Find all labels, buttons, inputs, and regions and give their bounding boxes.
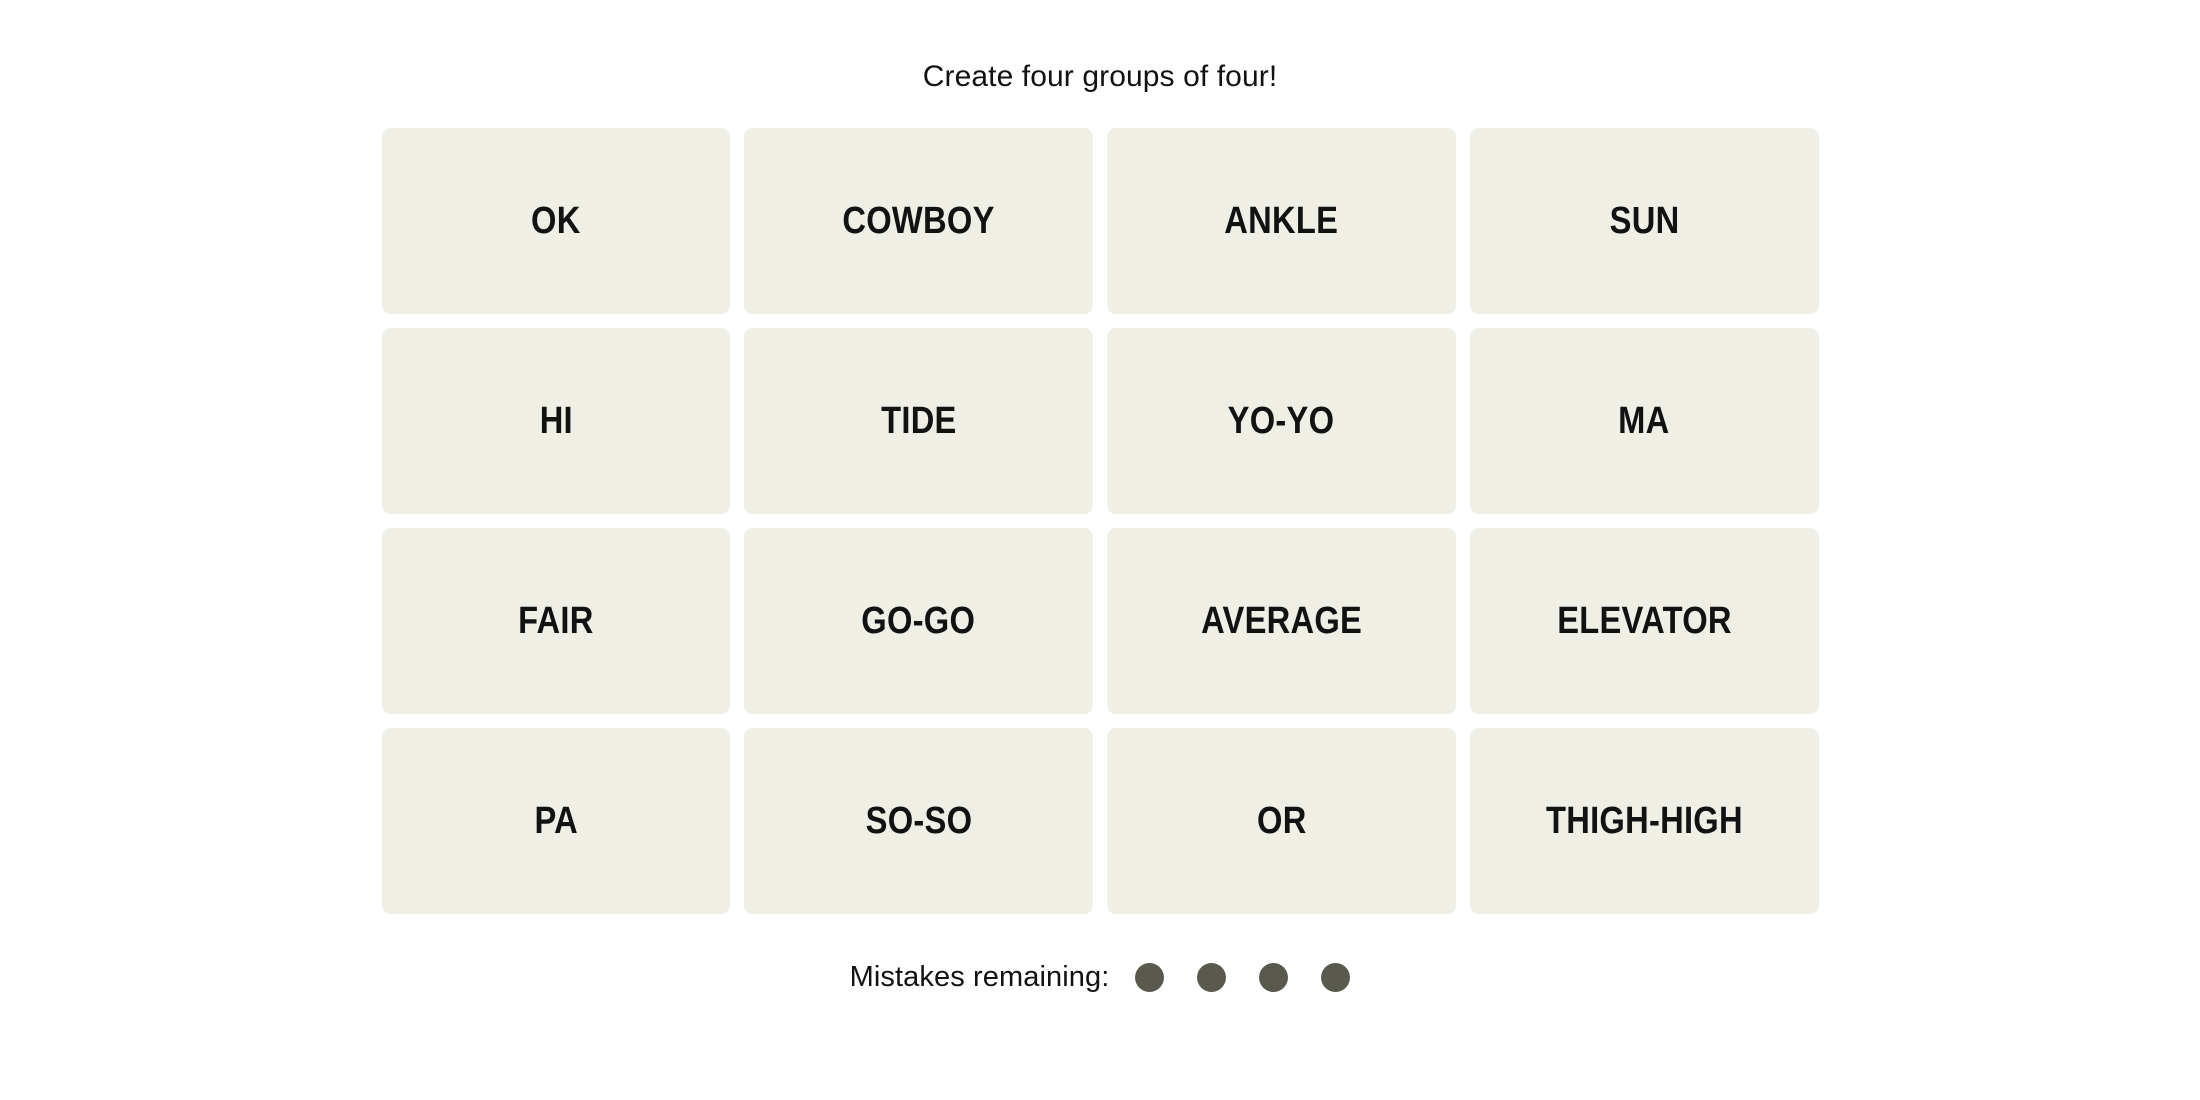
word-tile-or[interactable]: OR [1107, 728, 1456, 914]
instruction-text: Create four groups of four! [922, 60, 1278, 93]
mistakes-dots [1135, 963, 1351, 992]
word-grid: OK COWBOY ANKLE SUN HI TIDE YO-YO MA FAI… [381, 128, 1819, 914]
connections-game: Create four groups of four! OK COWBOY AN… [0, 0, 2200, 1100]
word-tile-yoyo[interactable]: YO-YO [1107, 328, 1456, 514]
word-tile-sun[interactable]: SUN [1469, 128, 1819, 314]
word-tile-label: OK [531, 200, 581, 242]
word-tile-soso[interactable]: SO-SO [744, 728, 1093, 914]
word-tile-cowboy[interactable]: COWBOY [744, 128, 1093, 314]
word-tile-label: THIGH-HIGH [1545, 800, 1743, 842]
word-tile-label: ELEVATOR [1556, 600, 1732, 642]
word-tile-gogo[interactable]: GO-GO [744, 528, 1093, 714]
word-tile-label: YO-YO [1228, 400, 1335, 442]
word-tile-label: ANKLE [1224, 200, 1339, 242]
word-tile-label: FAIR [518, 600, 594, 642]
word-tile-label: COWBOY [842, 200, 995, 242]
word-tile-average[interactable]: AVERAGE [1107, 528, 1456, 714]
word-tile-ma[interactable]: MA [1469, 328, 1819, 514]
word-tile-label: PA [534, 800, 578, 842]
word-tile-label: AVERAGE [1200, 600, 1362, 642]
mistake-dot [1259, 963, 1289, 992]
word-tile-elevator[interactable]: ELEVATOR [1469, 528, 1819, 714]
word-tile-thighhigh[interactable]: THIGH-HIGH [1469, 728, 1819, 914]
word-tile-label: SUN [1609, 200, 1680, 242]
word-tile-ok[interactable]: OK [381, 128, 731, 314]
word-tile-ankle[interactable]: ANKLE [1107, 128, 1456, 314]
mistake-dot [1197, 963, 1227, 992]
word-tile-fair[interactable]: FAIR [381, 528, 731, 714]
mistakes-remaining: Mistakes remaining: [850, 963, 1351, 992]
mistakes-remaining-label: Mistakes remaining: [849, 961, 1110, 993]
word-tile-label: HI [539, 400, 573, 442]
mistake-dot [1321, 963, 1351, 992]
word-tile-label: MA [1618, 400, 1670, 442]
word-tile-label: TIDE [880, 400, 957, 442]
word-tile-label: OR [1256, 800, 1307, 842]
word-tile-label: GO-GO [861, 600, 976, 642]
word-tile-pa[interactable]: PA [381, 728, 731, 914]
word-tile-hi[interactable]: HI [381, 328, 731, 514]
word-tile-label: SO-SO [865, 800, 972, 842]
mistake-dot [1135, 963, 1165, 992]
word-tile-tide[interactable]: TIDE [744, 328, 1093, 514]
